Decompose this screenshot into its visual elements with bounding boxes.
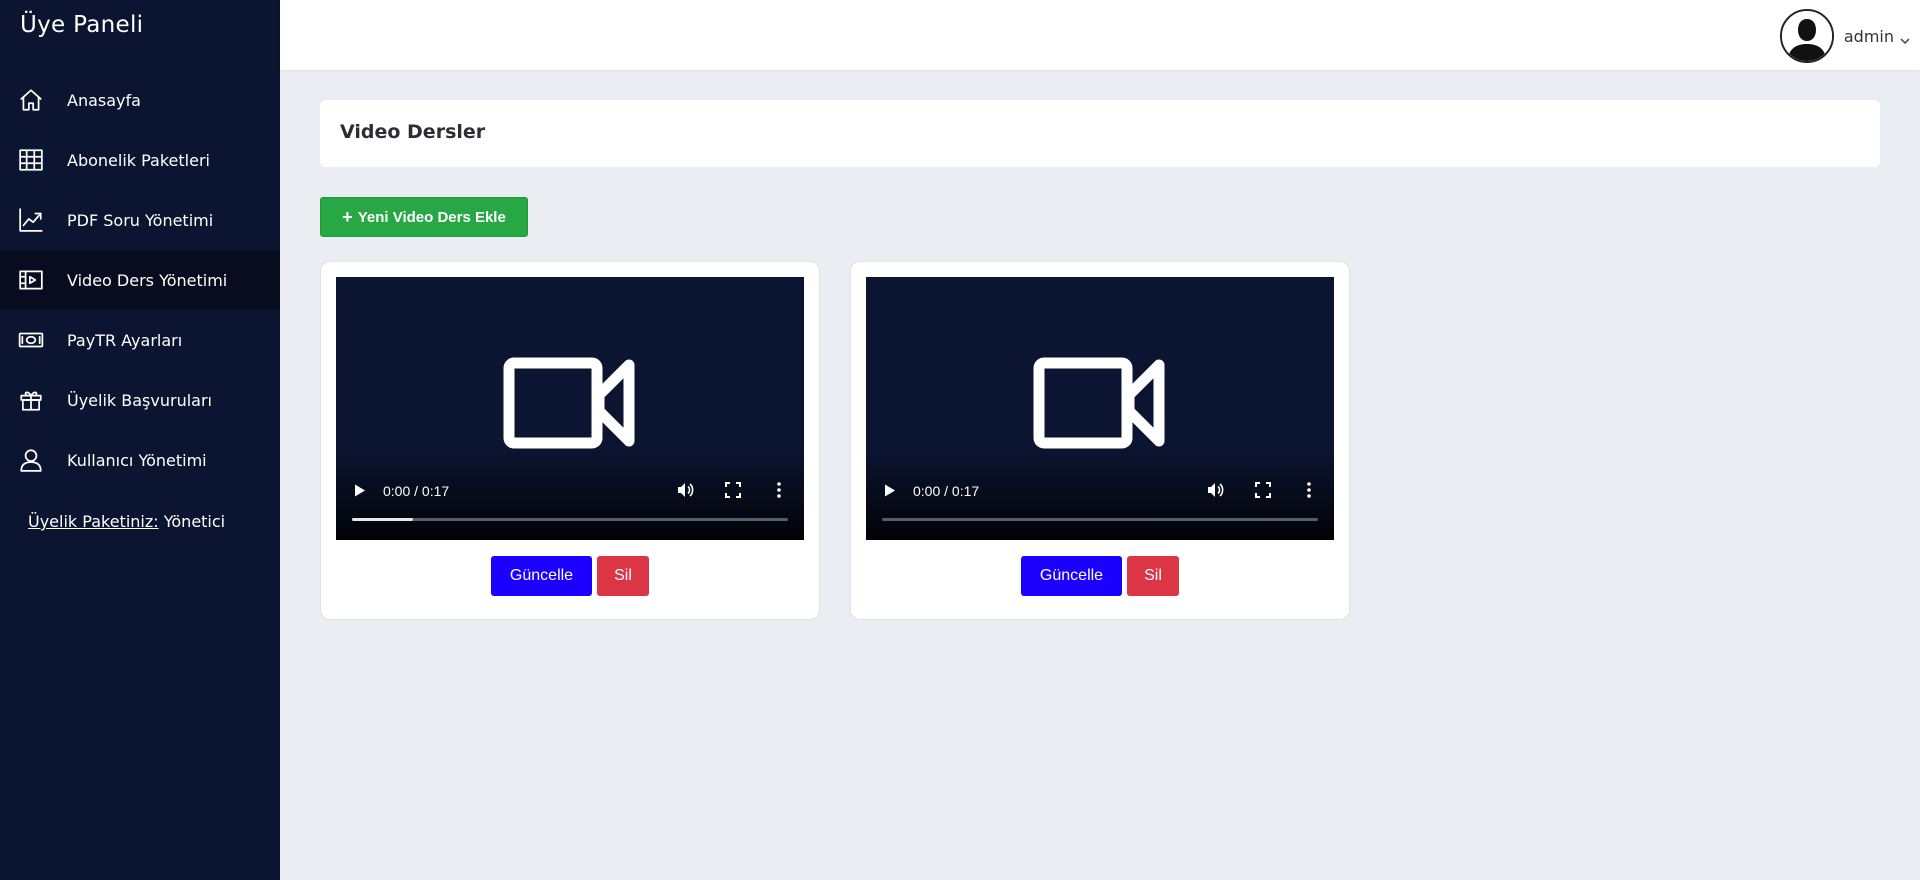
fullscreen-icon[interactable] (1255, 482, 1271, 498)
video-controls: 0:00 / 0:17 (866, 475, 1334, 505)
home-icon (18, 87, 44, 113)
chevron-down-icon (1900, 31, 1910, 45)
video-time: 0:00 / 0:17 (913, 483, 980, 499)
video-card: 0:00 / 0:17 Güncelle Sil (850, 261, 1350, 620)
table-icon (18, 147, 44, 173)
membership-value: Yönetici (163, 512, 226, 531)
video-controls: 0:00 / 0:17 (336, 475, 804, 505)
user-menu[interactable]: admin (1779, 9, 1910, 63)
brand-title: Üye Paneli (20, 12, 144, 38)
sidebar-item-uyelik-basvurulari[interactable]: Üyelik Başvuruları (0, 370, 280, 430)
sidebar-item-label: Üyelik Başvuruları (67, 390, 212, 410)
video-time: 0:00 / 0:17 (383, 483, 450, 499)
sidebar-item-label: Abonelik Paketleri (67, 150, 210, 170)
more-options-icon[interactable] (776, 481, 782, 499)
video-progress-bar[interactable] (352, 518, 788, 521)
card-actions: Güncelle Sil (321, 556, 819, 596)
video-progress-bar[interactable] (882, 518, 1318, 521)
membership-info: Üyelik Paketiniz: Yönetici (28, 512, 225, 531)
more-options-icon[interactable] (1306, 481, 1312, 499)
card-actions: Güncelle Sil (851, 556, 1349, 596)
sidebar-item-label: Anasayfa (67, 90, 141, 110)
sidebar-item-anasayfa[interactable]: Anasayfa (0, 70, 280, 130)
sidebar-item-paytr-ayarlari[interactable]: PayTR Ayarları (0, 310, 280, 370)
sidebar-item-pdf-soru-yonetimi[interactable]: PDF Soru Yönetimi (0, 190, 280, 250)
sidebar-item-kullanici-yonetimi[interactable]: Kullanıcı Yönetimi (0, 430, 280, 490)
page-header: Video Dersler (320, 100, 1880, 167)
sidebar-item-abonelik-paketleri[interactable]: Abonelik Paketleri (0, 130, 280, 190)
fullscreen-icon[interactable] (725, 482, 741, 498)
video-progress-fill (352, 518, 414, 521)
delete-button[interactable]: Sil (1127, 556, 1179, 596)
sidebar-item-label: Kullanıcı Yönetimi (67, 450, 207, 470)
money-icon (18, 327, 44, 353)
page-title: Video Dersler (340, 121, 486, 143)
sidebar: Üye Paneli Anasayfa Abonelik Paketleri P… (0, 0, 280, 880)
video-camera-icon (503, 357, 639, 449)
video-camera-icon (1033, 357, 1169, 449)
update-button[interactable]: Güncelle (1021, 556, 1122, 596)
volume-icon[interactable] (676, 481, 694, 499)
gift-box-icon (18, 387, 44, 413)
avatar (1779, 9, 1834, 63)
sidebar-nav: Anasayfa Abonelik Paketleri PDF Soru Yön… (0, 70, 280, 490)
delete-button[interactable]: Sil (597, 556, 649, 596)
sidebar-item-video-ders-yonetimi[interactable]: Video Ders Yönetimi (0, 250, 280, 310)
chart-line-icon (18, 207, 44, 233)
user-name: admin (1843, 26, 1894, 46)
video-card: 0:00 / 0:17 Güncelle Sil (320, 261, 820, 620)
video-player[interactable]: 0:00 / 0:17 (336, 277, 804, 540)
plus-icon: + (342, 206, 353, 227)
sidebar-item-label: Video Ders Yönetimi (67, 270, 228, 290)
play-icon[interactable] (884, 484, 896, 497)
film-icon (18, 267, 44, 293)
update-button[interactable]: Güncelle (491, 556, 592, 596)
sidebar-item-label: PDF Soru Yönetimi (67, 210, 214, 230)
add-video-button[interactable]: + Yeni Video Ders Ekle (320, 197, 528, 237)
add-video-label: Yeni Video Ders Ekle (357, 208, 506, 226)
membership-label: Üyelik Paketiniz: (28, 512, 159, 531)
user-icon (18, 447, 44, 473)
video-player[interactable]: 0:00 / 0:17 (866, 277, 1334, 540)
volume-icon[interactable] (1206, 481, 1224, 499)
top-bar: admin (280, 0, 1920, 70)
play-icon[interactable] (354, 484, 366, 497)
sidebar-item-label: PayTR Ayarları (67, 330, 183, 350)
